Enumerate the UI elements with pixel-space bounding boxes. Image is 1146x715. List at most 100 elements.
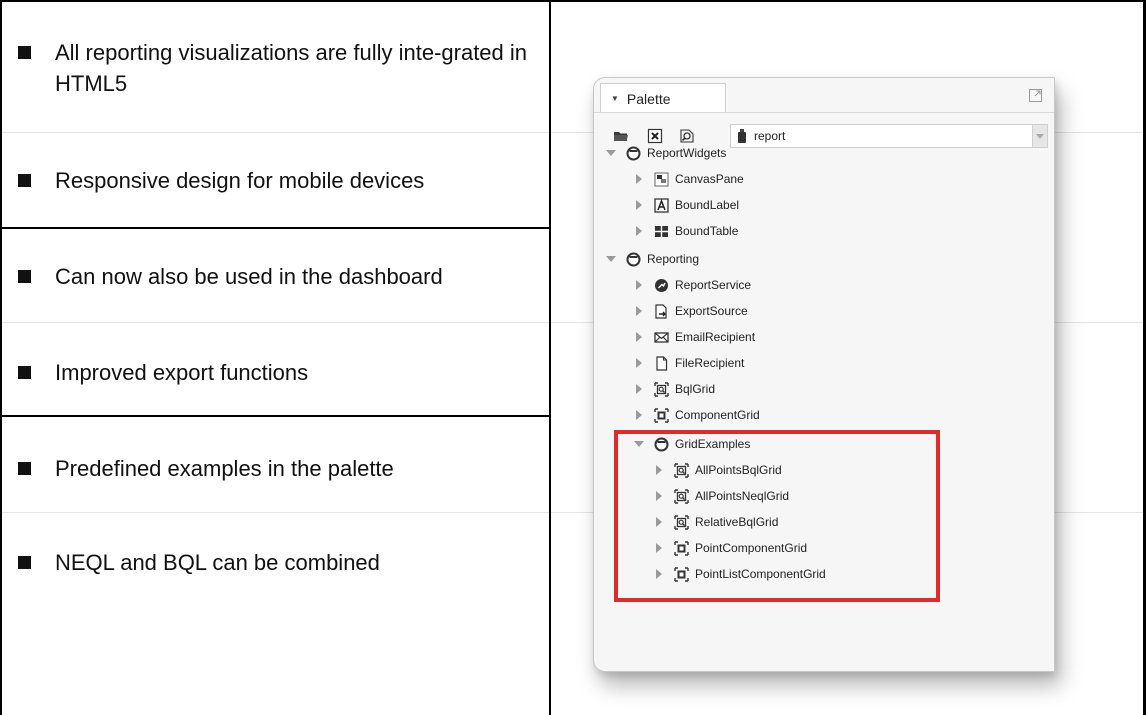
tree-item-label: ComponentGrid [675,408,760,422]
tree-item-label: ReportWidgets [647,146,727,160]
table-column-divider [549,0,551,715]
table-border-top [0,0,1146,2]
bullet-square-icon [18,46,31,59]
maximize-icon[interactable] [1029,89,1042,102]
tree-item-label: RelativeBqlGrid [695,515,779,529]
tree-item-label: BoundTable [675,224,739,238]
expand-right-arrow-icon[interactable] [632,198,646,212]
tree-item-relativebqlgrid[interactable]: RelativeBqlGrid [652,509,778,535]
tree-item-allpointsbqlgrid[interactable]: AllPointsBqlGrid [652,457,782,483]
faint-divider [2,512,549,513]
faint-divider [551,322,593,323]
tree-item-reporting[interactable]: Reporting [604,246,699,272]
expand-right-arrow-icon[interactable] [652,541,666,555]
tree-item-pointcomponentgrid[interactable]: PointComponentGrid [652,535,807,561]
tree-item-reportwidgets[interactable]: ReportWidgets [604,140,726,166]
bullet-square-icon [18,556,31,569]
bullet-text: Responsive design for mobile devices [55,168,425,193]
bullet-square-icon [18,462,31,475]
bql-grid-icon [674,514,689,530]
tree-item-label: CanvasPane [675,172,744,186]
tree-item-boundlabel[interactable]: BoundLabel [632,192,739,218]
tree-item-exportsource[interactable]: ExportSource [632,298,748,324]
bullet-text: Improved export functions [55,360,309,385]
expand-right-arrow-icon[interactable] [632,382,646,396]
chevron-down-icon[interactable]: ▼ [611,94,619,103]
tree-item-label: AllPointsNeqlGrid [695,489,790,503]
bullet-text: NEQL and BQL can be combined [55,550,380,575]
export-source-icon [655,303,667,319]
expand-right-arrow-icon[interactable] [632,408,646,422]
tree-item-label: PointListComponentGrid [695,567,826,581]
expand-down-arrow-icon[interactable] [604,252,618,266]
tree-item-bqlgrid[interactable]: BqlGrid [632,376,715,402]
component-grid-icon [654,407,669,423]
expand-right-arrow-icon[interactable] [632,356,646,370]
tree-item-label: BoundLabel [675,198,740,212]
folder-circle-icon [626,252,641,266]
bullet-square-icon [18,270,31,283]
tree-item-componentgrid[interactable]: ComponentGrid [632,402,760,428]
bullet-text: All reporting visualizations are fully i… [55,40,528,96]
expand-right-arrow-icon[interactable] [652,463,666,477]
bullet-item: Improved export functions [18,357,538,388]
expand-down-arrow-icon[interactable] [632,437,646,451]
tree-item-label: ExportSource [675,304,748,318]
tree-item-gridexamples[interactable]: GridExamples [632,431,750,457]
bullet-text: Predefined examples in the palette [55,456,394,481]
tree-item-label: BqlGrid [675,382,716,396]
bql-grid-icon [654,381,669,397]
tab-palette[interactable]: ▼ Palette [600,83,726,113]
table-border-left [0,0,2,715]
folder-circle-icon [654,437,669,451]
expand-right-arrow-icon[interactable] [652,567,666,581]
file-icon [656,355,668,371]
component-grid-icon [674,566,689,582]
tree-item-emailrecipient[interactable]: EmailRecipient [632,324,755,350]
faint-divider [551,132,593,133]
table-grid-icon [655,225,668,237]
component-grid-icon [674,540,689,556]
table-row-divider [0,227,551,229]
palette-panel: ▼ Palette report ReportWidgets CanvasPan… [593,77,1055,672]
expand-down-arrow-icon[interactable] [604,146,618,160]
tree-item-boundtable[interactable]: BoundTable [632,218,738,244]
tree-item-label: FileRecipient [675,356,745,370]
expand-right-arrow-icon[interactable] [652,515,666,529]
expand-right-arrow-icon[interactable] [632,224,646,238]
bullet-item: Responsive design for mobile devices [18,165,538,196]
bullet-square-icon [18,366,31,379]
bullet-item: Can now also be used in the dashboard [18,261,538,292]
faint-divider [2,322,549,323]
module-select-value: report [754,129,786,143]
expand-right-arrow-icon[interactable] [632,304,646,318]
tree-item-label: Reporting [647,252,700,266]
tree-item-canvaspane[interactable]: CanvasPane [632,166,744,192]
faint-divider [1053,512,1143,513]
tree-item-label: GridExamples [675,437,751,451]
label-a-icon [654,197,669,213]
faint-divider [1053,132,1143,133]
faint-divider [551,512,593,513]
bullet-square-icon [18,174,31,187]
expand-right-arrow-icon[interactable] [632,278,646,292]
table-row-divider [0,415,551,417]
tree-item-filerecipient[interactable]: FileRecipient [632,350,744,376]
tree-item-allpointsneqlgrid[interactable]: AllPointsNeqlGrid [652,483,789,509]
jar-icon [738,129,746,143]
faint-divider [1053,322,1143,323]
expand-right-arrow-icon[interactable] [632,172,646,186]
dropdown-arrow-icon[interactable] [1032,125,1047,147]
folder-circle-icon [626,146,641,160]
module-select[interactable]: report [730,124,1048,148]
envelope-icon [654,331,669,343]
expand-right-arrow-icon[interactable] [652,489,666,503]
tree-item-pointlistcomponentgrid[interactable]: PointListComponentGrid [652,561,826,587]
bullet-item: NEQL and BQL can be combined [18,547,538,578]
expand-right-arrow-icon[interactable] [632,330,646,344]
bullet-item: Predefined examples in the palette [18,453,538,484]
bullet-item: All reporting visualizations are fully i… [18,37,538,99]
tree-item-reportservice[interactable]: ReportService [632,272,751,298]
canvas-pane-icon [654,172,669,186]
report-service-icon [655,278,668,292]
